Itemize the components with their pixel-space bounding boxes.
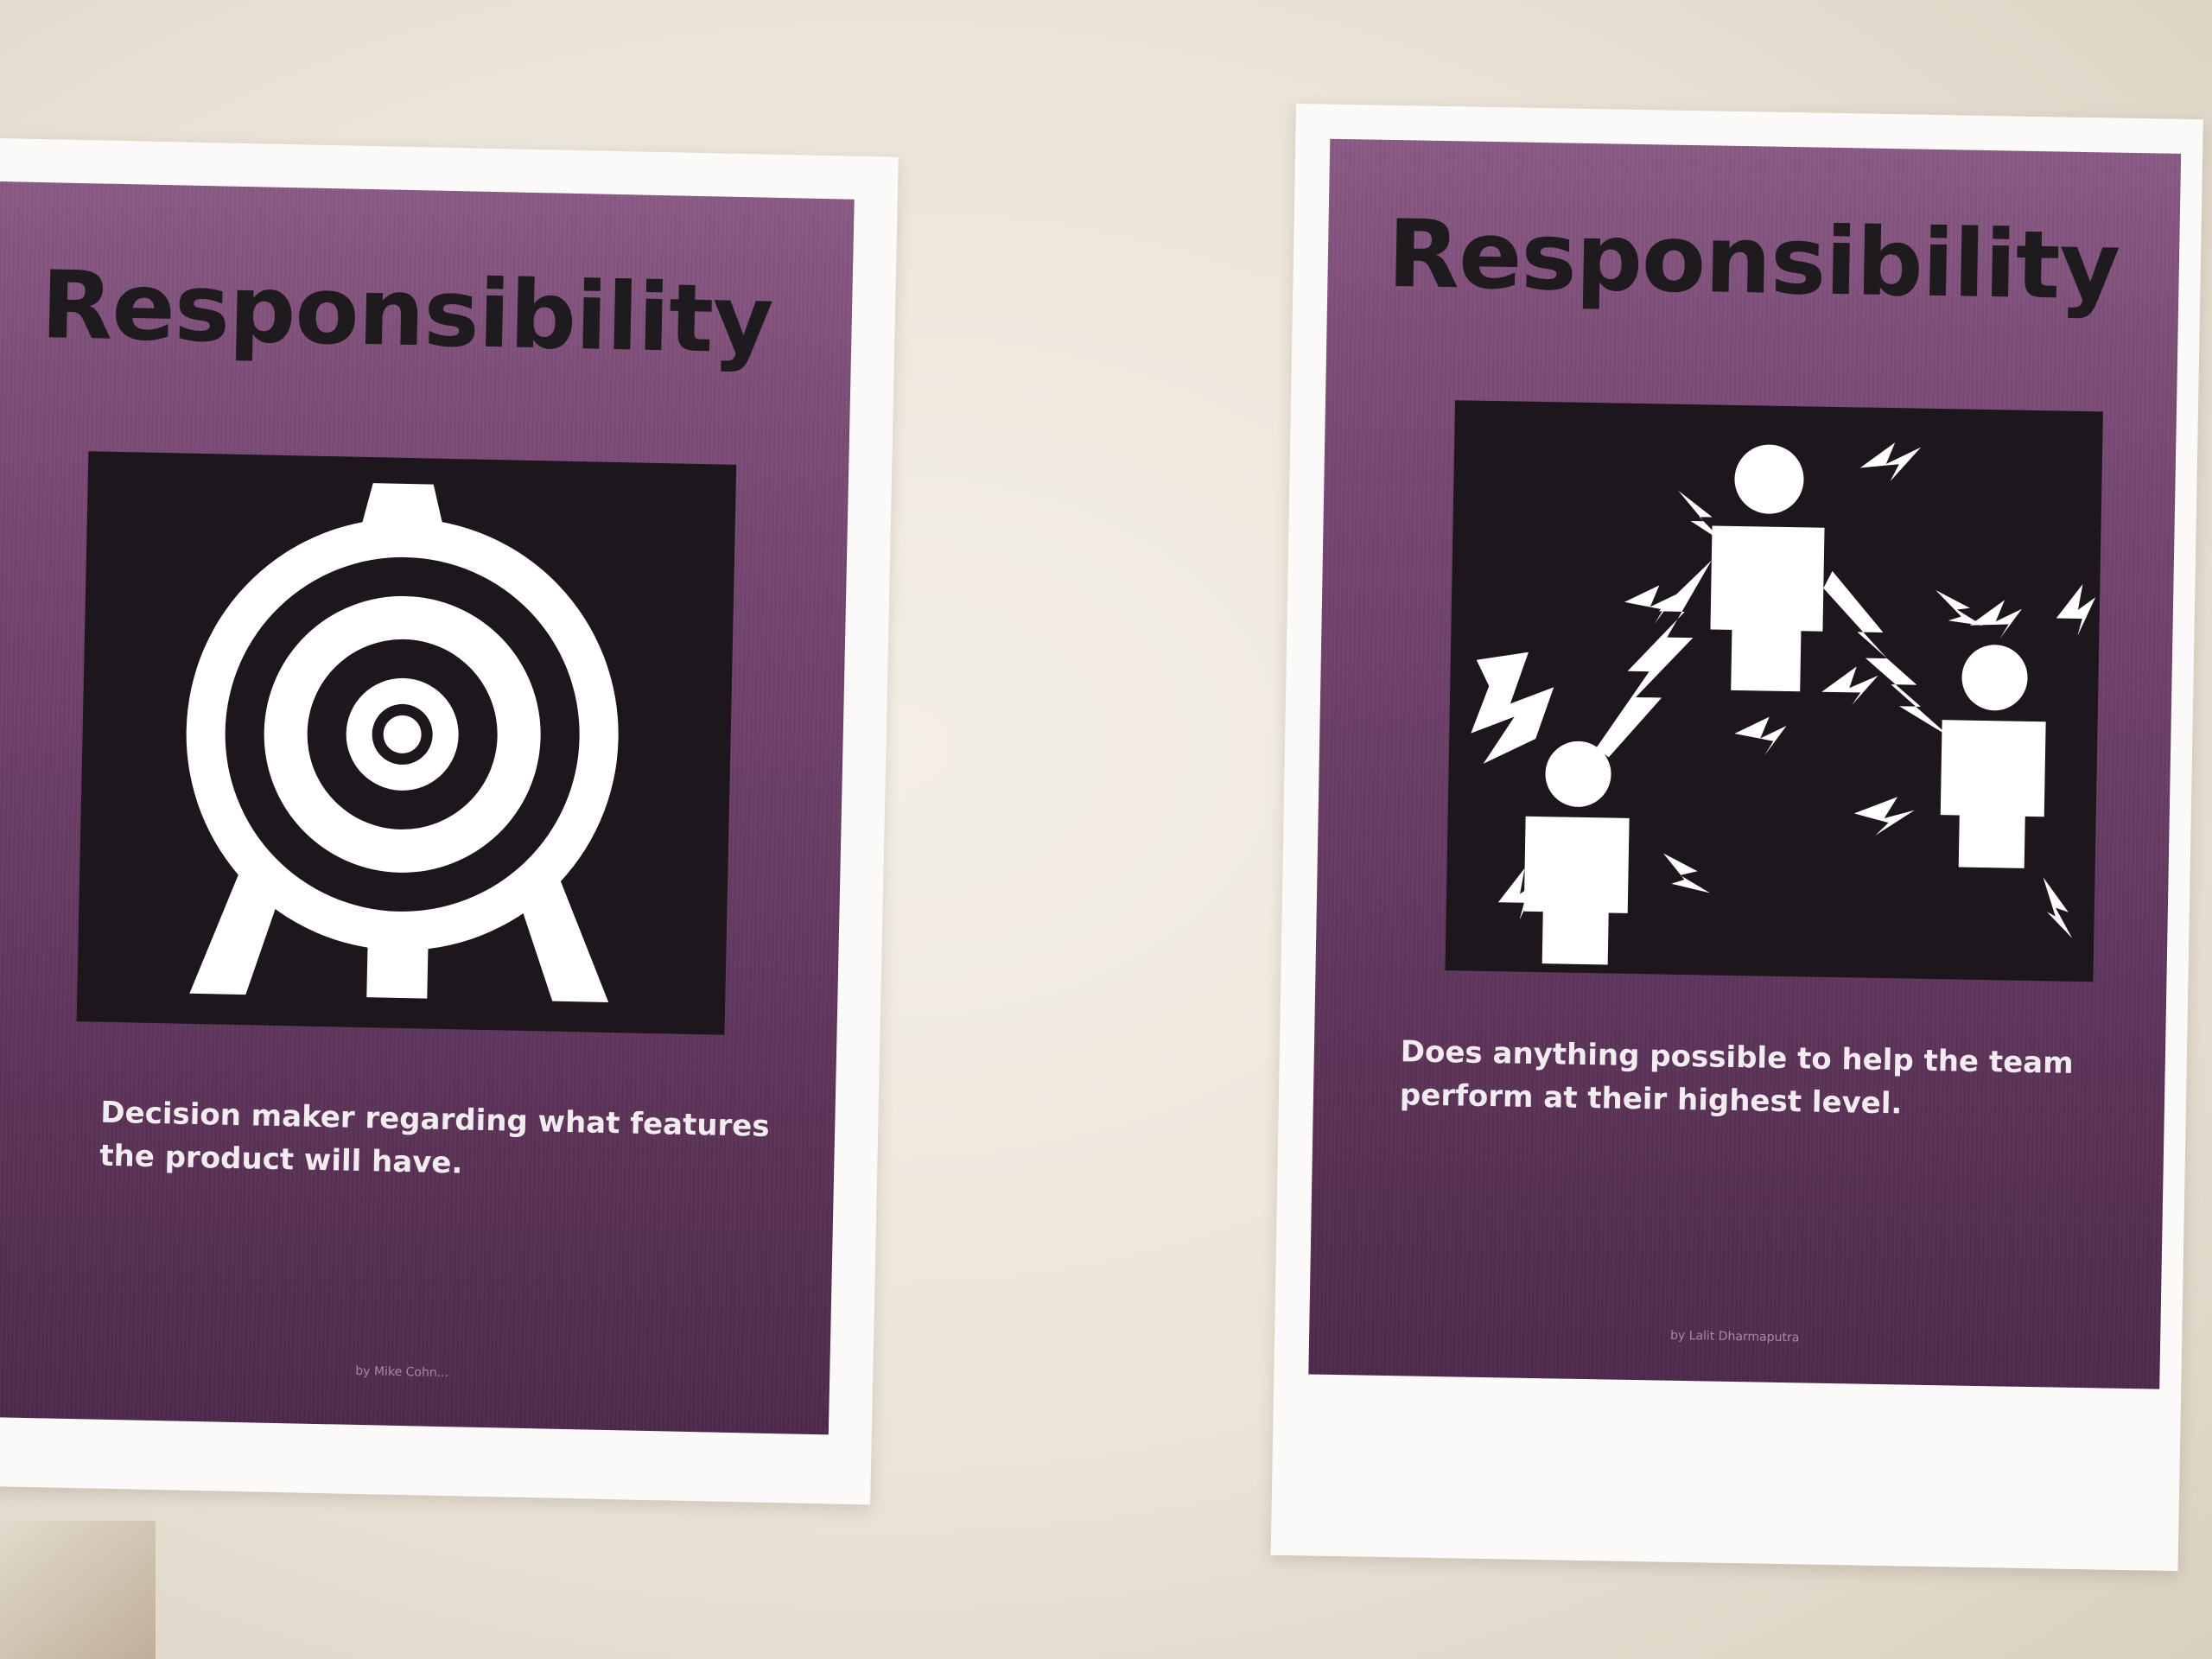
floor-shadow bbox=[0, 1521, 156, 1659]
photo-scene: Responsibility Decision maker regarding … bbox=[0, 0, 2212, 1659]
poster-credit: by Mike Cohn... bbox=[355, 1363, 449, 1381]
poster-description: Does anything possible to help the team … bbox=[1399, 1034, 2074, 1122]
poster-description: Decision maker regarding what features t… bbox=[99, 1095, 771, 1181]
poster-right: Responsibility Does anything possible to… bbox=[1308, 138, 2182, 1389]
poster-title: Responsibility bbox=[1386, 200, 2120, 321]
team-lightning-icon bbox=[1445, 400, 2103, 982]
poster-sheet-left: Responsibility Decision maker regarding … bbox=[0, 138, 899, 1505]
poster-sheet-right: Responsibility Does anything possible to… bbox=[1270, 104, 2203, 1572]
poster-left: Responsibility Decision maker regarding … bbox=[0, 181, 855, 1435]
poster-credit: by Lalit Dharmaputra bbox=[1669, 1328, 1800, 1345]
target-icon bbox=[76, 451, 737, 1035]
poster-title: Responsibility bbox=[40, 251, 774, 375]
